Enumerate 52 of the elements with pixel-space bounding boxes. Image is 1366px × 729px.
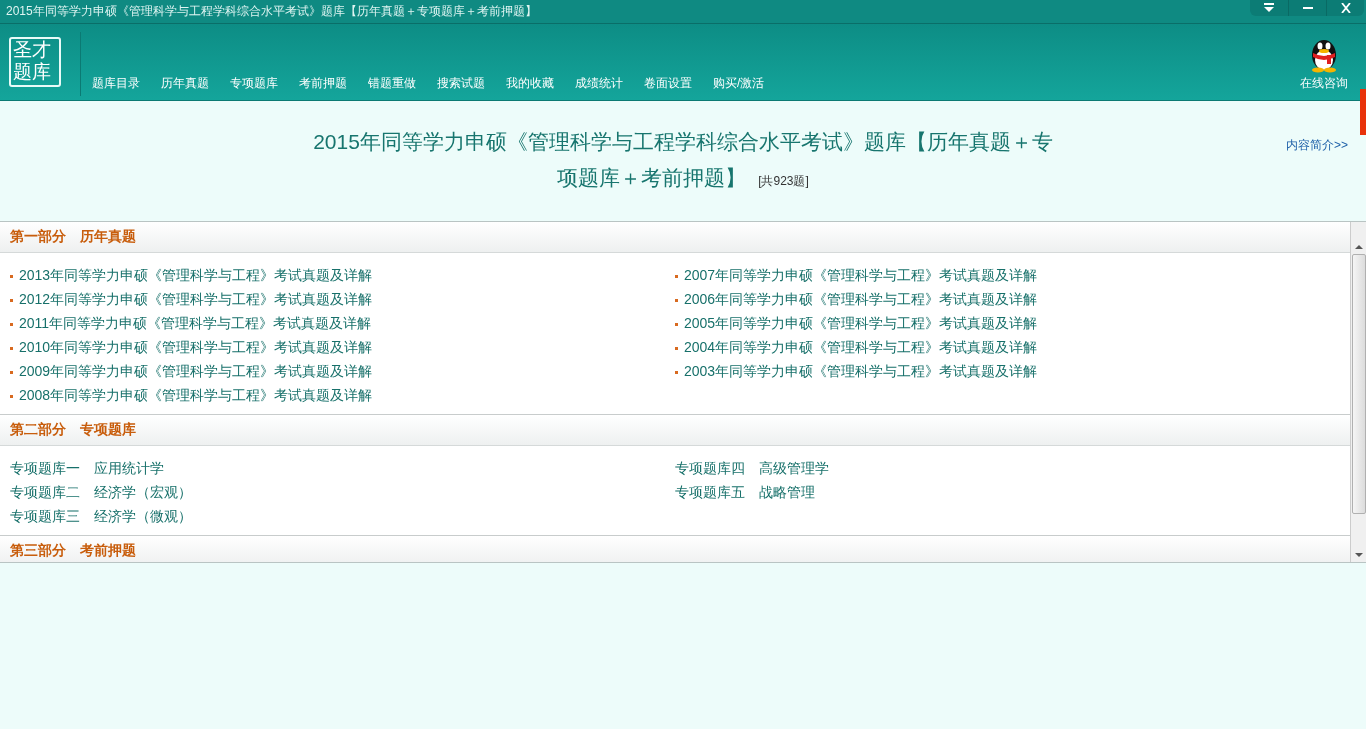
chapter-link[interactable]: 2008年同等学力申硕《管理科学与工程》考试真题及详解 [19,387,373,405]
chapter-link[interactable]: 2012年同等学力申硕《管理科学与工程》考试真题及详解 [19,291,373,309]
nav-item[interactable]: 卷面设置 [644,75,692,92]
chapter-link[interactable]: 2011年同等学力申硕《管理科学与工程》考试真题及详解 [19,315,372,333]
chapter-link[interactable]: 专项题库五 战略管理 [675,484,815,502]
nav-item[interactable]: 搜索试题 [437,75,485,92]
bullet-icon [10,370,13,374]
question-count: [共923题] [758,173,809,188]
close-icon [1339,3,1352,13]
bullet-icon [675,322,678,326]
chapter-link[interactable]: 2007年同等学力申硕《管理科学与工程》考试真题及详解 [684,267,1038,285]
chapter-link[interactable]: 2013年同等学力申硕《管理科学与工程》考试真题及详解 [19,267,373,285]
bullet-icon [675,370,678,374]
caret-icon [1263,3,1275,13]
nav-item[interactable]: 错题重做 [368,75,416,92]
chapter-link[interactable]: 2003年同等学力申硕《管理科学与工程》考试真题及详解 [684,363,1038,381]
nav-item[interactable]: 成绩统计 [575,75,623,92]
consult-button[interactable]: 在线咨询 [1300,35,1366,100]
chapter-link[interactable]: 2004年同等学力申硕《管理科学与工程》考试真题及详解 [684,339,1038,357]
section-title: 第一部分 历年真题 [10,228,136,246]
bullet-icon [675,274,678,278]
bullet-icon [10,274,13,278]
intro-link[interactable]: 内容简介>> [1286,137,1348,154]
section-title: 第二部分 专项题库 [10,421,136,439]
scrollbar[interactable] [1351,222,1366,562]
nav-item[interactable]: 题库目录 [92,75,140,92]
chapter-link[interactable]: 专项题库四 高级管理学 [675,460,829,478]
nav-item[interactable]: 购买/激活 [713,75,765,92]
chapter-link[interactable]: 2009年同等学力申硕《管理科学与工程》考试真题及详解 [19,363,373,381]
window-title: 2015年同等学力申硕《管理科学与工程学科综合水平考试》题库【历年真题＋专项题库＋考前押题】 [5,3,537,20]
chapter-link[interactable]: 专项题库一 应用统计学 [10,460,164,478]
scroll-up-icon[interactable] [1354,244,1363,250]
bullet-icon [10,298,13,302]
page-heading: 2015年同等学力申硕《管理科学与工程学科综合水平考试》题库【历年真题＋专项题库＋考前押题】 [共923题] [312,128,1054,191]
bullet-icon [675,298,678,302]
chapter-link[interactable]: 专项题库三 经济学（微观） [10,508,192,526]
scroll-thumb[interactable] [1351,254,1366,514]
logo: 圣才 题库 [9,37,61,87]
bullet-icon [10,394,13,398]
section-title: 第三部分 考前押题 [10,542,136,560]
bullet-icon [675,346,678,350]
chapter-link[interactable]: 2006年同等学力申硕《管理科学与工程》考试真题及详解 [684,291,1038,309]
nav-item[interactable]: 考前押题 [299,75,347,92]
bullet-icon [10,322,13,326]
nav-item[interactable]: 专项题库 [230,75,278,92]
chapter-link[interactable]: 2010年同等学力申硕《管理科学与工程》考试真题及详解 [19,339,373,357]
scroll-down-icon[interactable] [1354,552,1363,558]
chapter-link[interactable]: 2005年同等学力申硕《管理科学与工程》考试真题及详解 [684,315,1038,333]
nav-item[interactable]: 我的收藏 [506,75,554,92]
bullet-icon [10,346,13,350]
nav-item[interactable]: 历年真题 [161,75,209,92]
chapter-link[interactable]: 专项题库二 经济学（宏观） [10,484,192,502]
